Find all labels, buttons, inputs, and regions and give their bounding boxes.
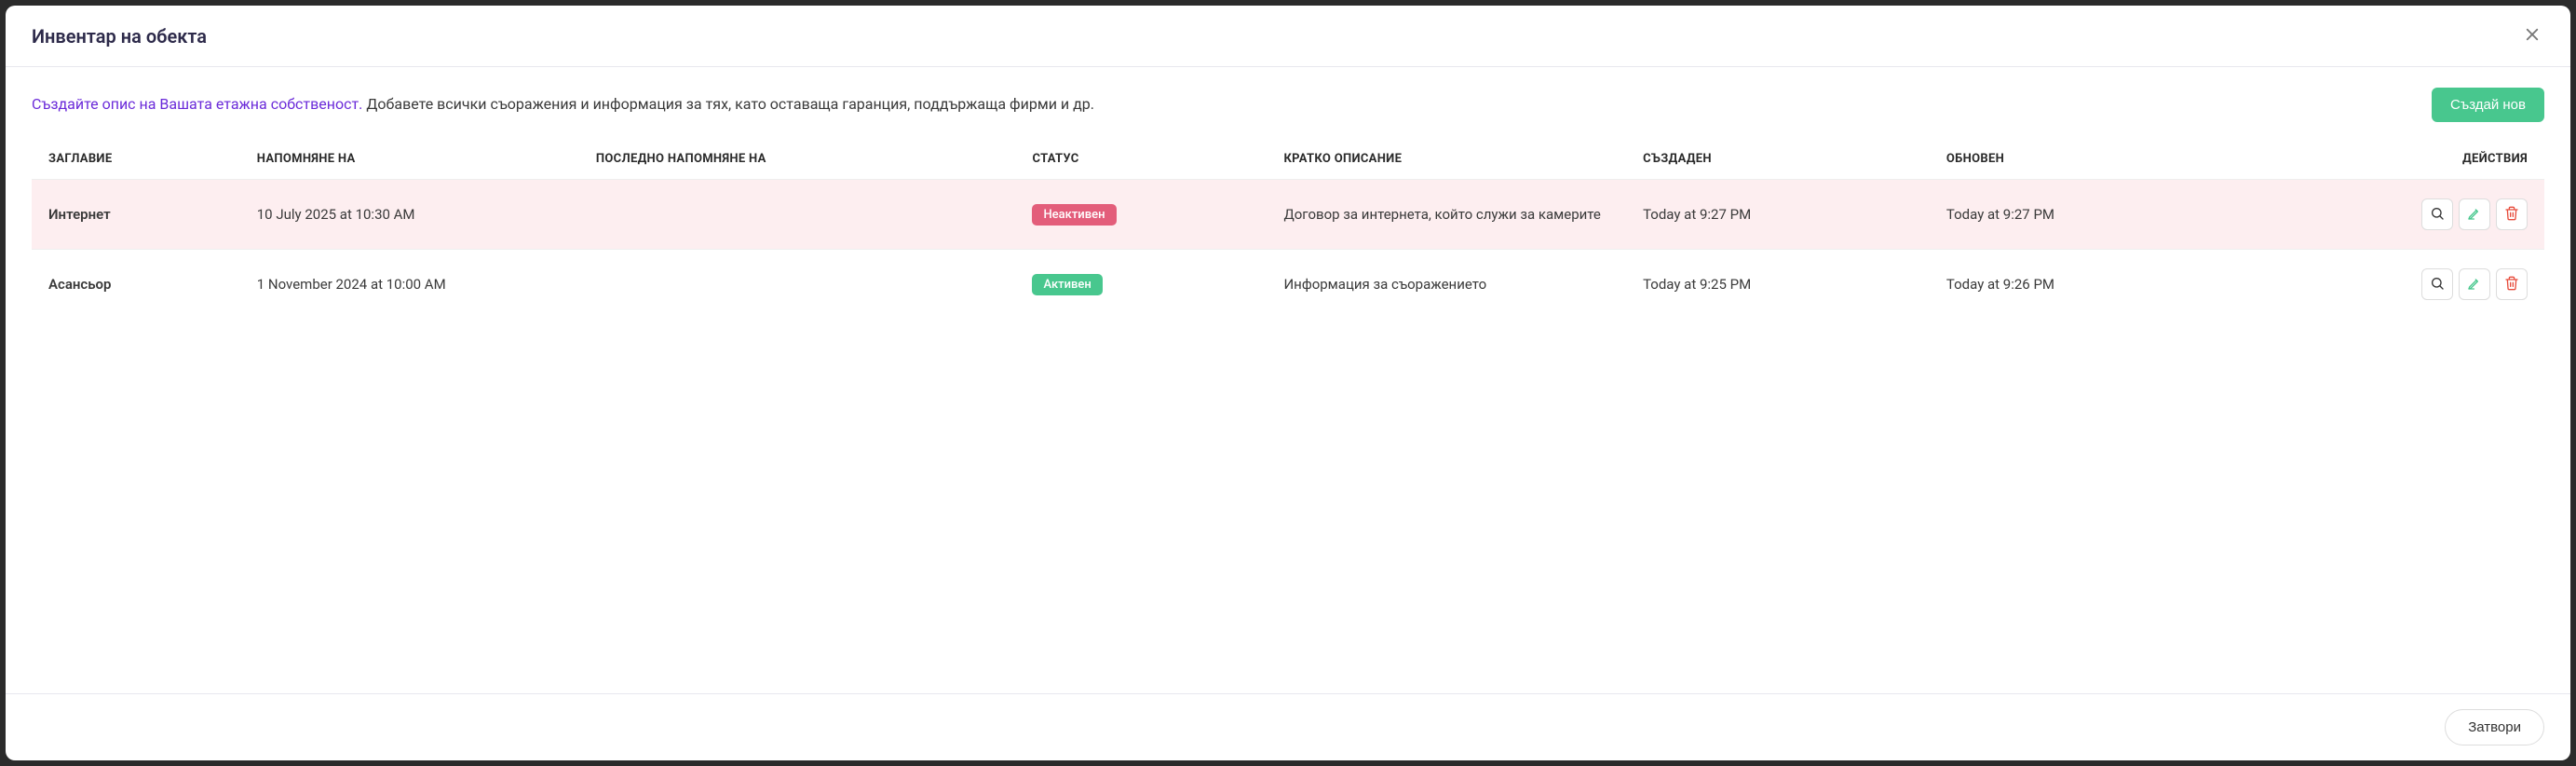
- create-new-button[interactable]: Създай нов: [2432, 88, 2544, 122]
- edit-icon: [2467, 206, 2482, 224]
- status-badge: Активен: [1032, 274, 1102, 295]
- inventory-table: ЗАГЛАВИЕ НАПОМНЯНЕ НА ПОСЛЕДНО НАПОМНЯНЕ…: [32, 143, 2544, 319]
- trash-icon: [2504, 206, 2519, 224]
- search-icon: [2430, 206, 2445, 224]
- cell-last-reminder: [579, 180, 1016, 250]
- close-icon: [2524, 26, 2541, 46]
- cell-updated: Today at 9:27 PM: [1930, 180, 2233, 250]
- col-created: СЪЗДАДЕН: [1626, 143, 1930, 180]
- cell-reminder: 10 July 2025 at 10:30 AM: [240, 180, 579, 250]
- cell-status: Активен: [1015, 250, 1267, 320]
- cell-actions: [2233, 180, 2544, 250]
- col-actions: ДЕЙСТВИЯ: [2233, 143, 2544, 180]
- edit-button[interactable]: [2459, 198, 2490, 230]
- close-button[interactable]: [2520, 22, 2544, 49]
- cell-created: Today at 9:25 PM: [1626, 250, 1930, 320]
- col-title: ЗАГЛАВИЕ: [32, 143, 240, 180]
- edit-button[interactable]: [2459, 268, 2490, 300]
- search-icon: [2430, 276, 2445, 294]
- cell-reminder: 1 November 2024 at 10:00 AM: [240, 250, 579, 320]
- modal-header: Инвентар на обекта: [6, 6, 2570, 67]
- col-status: СТАТУС: [1015, 143, 1267, 180]
- col-reminder: НАПОМНЯНЕ НА: [240, 143, 579, 180]
- trash-icon: [2504, 276, 2519, 294]
- cell-status: Неактивен: [1015, 180, 1267, 250]
- view-button[interactable]: [2421, 198, 2453, 230]
- modal-title: Инвентар на обекта: [32, 25, 207, 48]
- description-row: Създайте опис на Вашата етажна собствено…: [32, 88, 2544, 122]
- view-button[interactable]: [2421, 268, 2453, 300]
- cell-actions: [2233, 250, 2544, 320]
- inventory-modal: Инвентар на обекта Създайте опис на Ваша…: [6, 6, 2570, 760]
- description-text: Създайте опис на Вашата етажна собствено…: [32, 94, 1094, 115]
- edit-icon: [2467, 276, 2482, 294]
- cell-last-reminder: [579, 250, 1016, 320]
- modal-body: Създайте опис на Вашата етажна собствено…: [6, 67, 2570, 693]
- col-short-desc: КРАТКО ОПИСАНИЕ: [1267, 143, 1626, 180]
- cell-title: Интернет: [32, 180, 240, 250]
- footer-close-button[interactable]: Затвори: [2445, 709, 2544, 745]
- cell-title: Асансьор: [32, 250, 240, 320]
- cell-created: Today at 9:27 PM: [1626, 180, 1930, 250]
- description-link[interactable]: Създайте опис на Вашата етажна собствено…: [32, 95, 362, 113]
- col-updated: ОБНОВЕН: [1930, 143, 2233, 180]
- delete-button[interactable]: [2496, 198, 2528, 230]
- cell-description: Договор за интернета, който служи за кам…: [1267, 180, 1626, 250]
- cell-updated: Today at 9:26 PM: [1930, 250, 2233, 320]
- cell-description: Информация за съоражението: [1267, 250, 1626, 320]
- delete-button[interactable]: [2496, 268, 2528, 300]
- status-badge: Неактивен: [1032, 204, 1116, 226]
- description-rest: Добавете всички съоражения и информация …: [362, 95, 1094, 113]
- modal-footer: Затвори: [6, 693, 2570, 760]
- table-row: Интернет10 July 2025 at 10:30 AM Неактиве…: [32, 180, 2544, 250]
- col-last-reminder: ПОСЛЕДНО НАПОМНЯНЕ НА: [579, 143, 1016, 180]
- table-row: Асансьор1 November 2024 at 10:00 AM Актив…: [32, 250, 2544, 320]
